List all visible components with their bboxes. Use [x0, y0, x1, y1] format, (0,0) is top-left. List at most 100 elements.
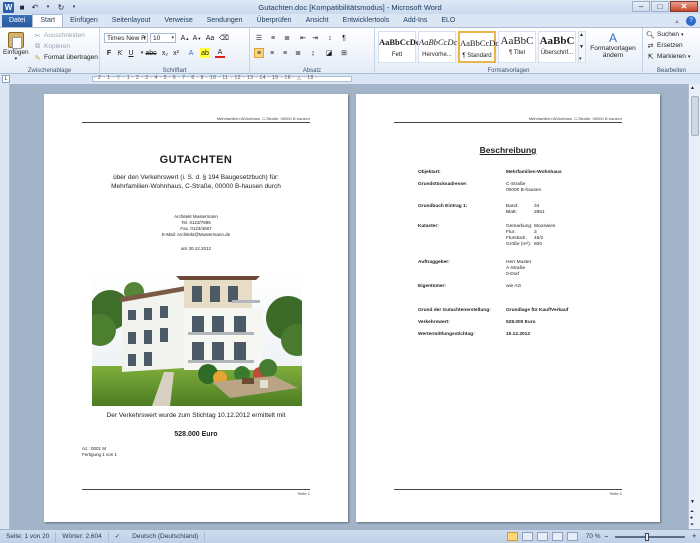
kataster-groesse: Größe (m²): 800 — [506, 242, 586, 248]
minimize-ribbon-icon[interactable]: ▵ — [672, 16, 682, 26]
outline-view-button[interactable] — [551, 532, 563, 541]
tab-ansicht[interactable]: Ansicht — [299, 15, 336, 27]
change-case-icon[interactable]: Aa — [205, 33, 215, 43]
justify-icon[interactable]: ≣ — [293, 48, 303, 58]
tab-start[interactable]: Start — [32, 14, 64, 27]
italic-icon[interactable]: K — [115, 48, 125, 58]
tab-einfuegen[interactable]: Einfügen — [63, 15, 105, 27]
close-button[interactable]: ✕ — [670, 1, 698, 12]
shrink-font-icon[interactable]: A ▼ — [192, 33, 202, 43]
field-value: wie AG — [506, 284, 522, 289]
style-hervorhebung[interactable]: AaBbCcDc Hervorhe... — [418, 31, 457, 63]
bullets-icon[interactable]: ☰ — [254, 33, 264, 43]
word-logo-icon[interactable]: W — [3, 1, 14, 13]
zoom-in-icon[interactable]: + — [692, 533, 696, 540]
font-name-combo[interactable]: Times New R ▾ — [104, 33, 148, 43]
change-styles-button[interactable]: A Formatvorlagen ändern — [587, 31, 639, 59]
page-count[interactable]: Seite: 1 von 20 — [0, 531, 57, 542]
word-count[interactable]: Wörter: 2.604 — [56, 531, 109, 542]
grow-font-icon[interactable]: A ▲ — [180, 33, 190, 43]
format-painter-button[interactable]: ✎ Format übertragen — [33, 53, 98, 62]
multilevel-list-icon[interactable]: ≣ — [282, 33, 292, 43]
draft-view-button[interactable] — [566, 532, 578, 541]
tab-verweise[interactable]: Verweise — [157, 15, 199, 27]
next-page-icon[interactable]: ⏷ — [690, 522, 694, 528]
zoom-level[interactable]: 70 % — [586, 533, 601, 540]
language-indicator[interactable]: Deutsch (Deutschland) — [126, 531, 206, 542]
font-size-combo[interactable]: 10 ▾ — [150, 33, 176, 43]
horizontal-ruler[interactable]: L · 2 · 1 · ▽ · 1 · 2 · 3 · 4 · 5 · 6 · … — [0, 74, 700, 84]
print-layout-view-button[interactable] — [506, 532, 518, 541]
select-dropdown-icon: ▾ — [687, 53, 691, 60]
superscript-icon[interactable]: x² — [171, 48, 181, 58]
scroll-up-icon[interactable]: ▲ — [690, 85, 695, 91]
decrease-indent-icon[interactable]: ⇤ — [298, 33, 308, 43]
highlight-icon[interactable]: ab — [200, 48, 210, 58]
minimize-button[interactable]: – — [632, 1, 650, 12]
numbering-icon[interactable]: ≡ — [268, 33, 278, 43]
scroll-down-icon[interactable]: ▼ — [690, 499, 695, 505]
web-layout-view-button[interactable] — [536, 532, 548, 541]
full-screen-reading-view-button[interactable] — [521, 532, 533, 541]
scroll-down-icon[interactable]: ▼ — [579, 44, 585, 50]
undo-dropdown-icon[interactable]: ▾ — [43, 2, 53, 12]
shading-icon[interactable]: ◪ — [324, 48, 334, 58]
more-icon[interactable]: ▾ — [579, 56, 585, 62]
show-formatting-marks-icon[interactable]: ¶ — [339, 33, 349, 43]
redo-icon[interactable]: ↻ — [56, 2, 66, 12]
borders-icon[interactable]: ⊞ — [339, 48, 349, 58]
font-group: Times New R ▾ 10 ▾ A ▲ A ▼ Aa ⌫ F K U ▾ ab… — [100, 28, 250, 75]
customize-qat-icon[interactable]: ▾ — [69, 2, 79, 12]
sort-icon[interactable]: ↕ — [325, 33, 335, 43]
zoom-slider[interactable] — [615, 532, 686, 541]
paste-button[interactable]: Einfügen ▾ — [3, 32, 29, 62]
align-right-icon[interactable]: ≡ — [280, 48, 290, 58]
tab-ueberpruefen[interactable]: Überprüfen — [250, 15, 299, 27]
style-ueberschrift[interactable]: AaBbC Überschrif... — [538, 31, 576, 63]
tab-add-ins[interactable]: Add-Ins — [396, 15, 434, 27]
vertical-scrollbar[interactable]: ▲ ▼ ⏶ ● ⏷ — [688, 84, 700, 529]
text-effects-icon[interactable]: A — [186, 48, 196, 58]
zoom-slider-knob[interactable] — [645, 532, 650, 541]
proofing-icon[interactable]: ✓ — [109, 532, 126, 542]
browse-object-icon[interactable]: ● — [690, 515, 693, 521]
scrollbar-thumb[interactable] — [691, 96, 699, 136]
strikethrough-icon[interactable]: abc — [145, 48, 156, 58]
underline-icon[interactable]: U — [126, 48, 136, 58]
valuation-statement: Der Verkehrswert wurde zum Stichtag 10.1… — [106, 412, 286, 419]
page-2[interactable]: Mehrfamilien-Wohnhaus, C-Straße, 00000 B… — [356, 94, 660, 522]
document-workspace[interactable]: Mehrfamilien-Wohnhaus, C-Straße, 00000 B… — [0, 84, 688, 529]
tab-sendungen[interactable]: Sendungen — [200, 15, 250, 27]
copy-button[interactable]: ⧉ Kopieren — [33, 42, 70, 51]
tab-elo[interactable]: ELO — [434, 15, 462, 27]
subscript-icon[interactable]: x₂ — [160, 48, 170, 58]
tab-datei[interactable]: Datei — [2, 15, 33, 27]
help-icon[interactable]: ? — [686, 16, 696, 26]
styles-gallery-scroll[interactable]: ▲ ▼ ▾ — [578, 31, 586, 63]
replace-button[interactable]: ⇄ Ersetzen — [646, 41, 683, 50]
align-left-icon[interactable]: ≡ — [254, 48, 264, 58]
page-1[interactable]: Mehrfamilien-Wohnhaus, C-Straße, 00000 B… — [44, 94, 348, 522]
line-spacing-icon[interactable]: ↨ — [308, 48, 318, 58]
style-standard[interactable]: AaBbCcDc ¶ Standard — [458, 31, 499, 63]
style-titel[interactable]: AaBbC ¶ Titel — [498, 31, 536, 63]
scroll-up-icon[interactable]: ▲ — [579, 32, 585, 38]
undo-icon[interactable]: ↶ — [30, 2, 40, 12]
tab-seitenlayout[interactable]: Seitenlayout — [105, 15, 158, 27]
find-button[interactable]: 🔍︎ Suchen ▾ — [646, 30, 684, 39]
zoom-out-icon[interactable]: – — [605, 533, 609, 540]
increase-indent-icon[interactable]: ⇥ — [310, 33, 320, 43]
align-center-icon[interactable]: ≡ — [267, 48, 277, 58]
save-icon[interactable]: ■ — [17, 2, 27, 12]
vertical-ruler[interactable] — [0, 84, 10, 529]
tab-selector-icon[interactable]: L — [2, 75, 10, 83]
cut-button[interactable]: ✂ Ausschneiden — [33, 31, 85, 40]
window-controls: – □ ✕ — [632, 1, 698, 12]
select-button[interactable]: ⇱ Markieren ▾ — [646, 52, 691, 61]
tab-entwicklertools[interactable]: Entwicklertools — [336, 15, 397, 27]
maximize-button[interactable]: □ — [651, 1, 669, 12]
bold-icon[interactable]: F — [104, 48, 114, 58]
clear-formatting-icon[interactable]: ⌫ — [219, 33, 229, 43]
style-fett[interactable]: AaBbCcDd Fett — [378, 31, 421, 63]
font-color-icon[interactable]: A — [215, 48, 225, 58]
